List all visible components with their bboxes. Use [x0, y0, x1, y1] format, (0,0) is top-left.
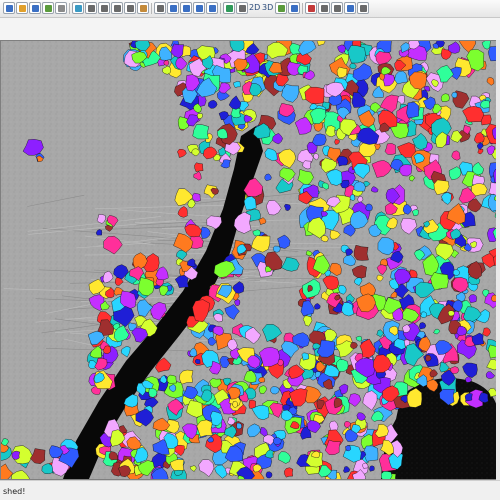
pan-button[interactable]: [137, 2, 149, 14]
filter-icon: [238, 4, 246, 12]
tree-crown: [166, 374, 177, 384]
view-3d-button[interactable]: 3D: [262, 3, 273, 13]
table-icon: [208, 4, 216, 12]
new-icon: [5, 4, 13, 12]
tree-crown: [243, 196, 257, 211]
cloud-icon: [74, 4, 82, 12]
tree-crown: [233, 81, 241, 88]
rotate-icon: [156, 4, 164, 12]
tree-crown: [11, 450, 21, 460]
profile-button[interactable]: [288, 2, 300, 14]
tree-crown: [430, 272, 449, 291]
settings-button[interactable]: [331, 2, 343, 14]
select-icon: [169, 4, 177, 12]
toolbar-separator: [302, 3, 303, 14]
classify-button[interactable]: [305, 2, 317, 14]
save-button[interactable]: [29, 2, 41, 14]
tree-crown: [345, 445, 351, 452]
classify-icon: [307, 4, 315, 12]
zoom-out-button[interactable]: [111, 2, 123, 14]
window-icon: [359, 4, 367, 12]
tree-crown: [451, 91, 458, 99]
zoom-extent-icon: [87, 4, 95, 12]
main-toolbar: 2D 3D: [0, 0, 500, 18]
zoom-window-button[interactable]: [124, 2, 136, 14]
open-button[interactable]: [16, 2, 28, 14]
identify-button[interactable]: [180, 2, 192, 14]
toolbar-separator: [220, 3, 221, 14]
zoom-out-icon: [113, 4, 121, 12]
tree-crown: [177, 116, 189, 130]
point-cloud-viewport[interactable]: [0, 40, 500, 480]
tree-crown: [363, 445, 379, 462]
tree-crown: [284, 467, 294, 478]
tree-crown: [258, 376, 266, 383]
rotate-button[interactable]: [154, 2, 166, 14]
tree-crown: [336, 156, 349, 167]
tree-crown: [236, 422, 242, 430]
status-bar: shed!: [0, 480, 500, 500]
tree-crown: [336, 359, 349, 372]
tree-crown: [380, 471, 393, 479]
pan-icon: [139, 4, 147, 12]
tree-crown: [196, 113, 203, 119]
globe-icon: [225, 4, 233, 12]
tree-crown: [232, 400, 238, 408]
measure-button[interactable]: [193, 2, 205, 14]
tree-crown: [406, 101, 419, 119]
help-icon: [346, 4, 354, 12]
tree-crown: [347, 45, 366, 64]
save-icon: [31, 4, 39, 12]
tree-crown: [195, 358, 201, 364]
layer-button[interactable]: [42, 2, 54, 14]
status-message: shed!: [3, 487, 26, 496]
help-button[interactable]: [344, 2, 356, 14]
point-cloud-canvas[interactable]: [1, 41, 499, 479]
identify-icon: [182, 4, 190, 12]
toolbar-separator: [69, 3, 70, 14]
toolbar-separator: [151, 3, 152, 14]
new-button[interactable]: [3, 2, 15, 14]
tree-crown: [353, 244, 369, 261]
window-button[interactable]: [357, 2, 369, 14]
export-button[interactable]: [318, 2, 330, 14]
tree-crown: [194, 162, 204, 173]
zoom-extent-button[interactable]: [85, 2, 97, 14]
open-icon: [18, 4, 26, 12]
viewport-scroll-strip[interactable]: [496, 40, 500, 480]
select-button[interactable]: [167, 2, 179, 14]
measure-icon: [195, 4, 203, 12]
tree-crown: [447, 310, 455, 317]
cloud-button[interactable]: [72, 2, 84, 14]
table-button[interactable]: [206, 2, 218, 14]
tree-crown: [265, 471, 273, 479]
shape-icon: [57, 4, 65, 12]
tree-crown: [399, 164, 412, 177]
globe-button[interactable]: [223, 2, 235, 14]
tree-crown: [301, 352, 309, 361]
view-2d-button[interactable]: 2D: [249, 3, 260, 13]
tree-crown: [468, 294, 477, 304]
zoom-window-icon: [126, 4, 134, 12]
shape-button[interactable]: [55, 2, 67, 14]
zoom-in-icon: [100, 4, 108, 12]
grid-icon: [277, 4, 285, 12]
tree-crown: [365, 203, 373, 212]
layer-icon: [44, 4, 52, 12]
tree-crown: [248, 399, 256, 409]
tree-crown: [270, 386, 280, 395]
toolbar-gap: [0, 18, 500, 40]
tree-crown: [350, 342, 358, 349]
filter-button[interactable]: [236, 2, 248, 14]
profile-icon: [290, 4, 298, 12]
tree-crown: [369, 465, 375, 472]
zoom-in-button[interactable]: [98, 2, 110, 14]
settings-icon: [333, 4, 341, 12]
grid-button[interactable]: [275, 2, 287, 14]
export-icon: [320, 4, 328, 12]
